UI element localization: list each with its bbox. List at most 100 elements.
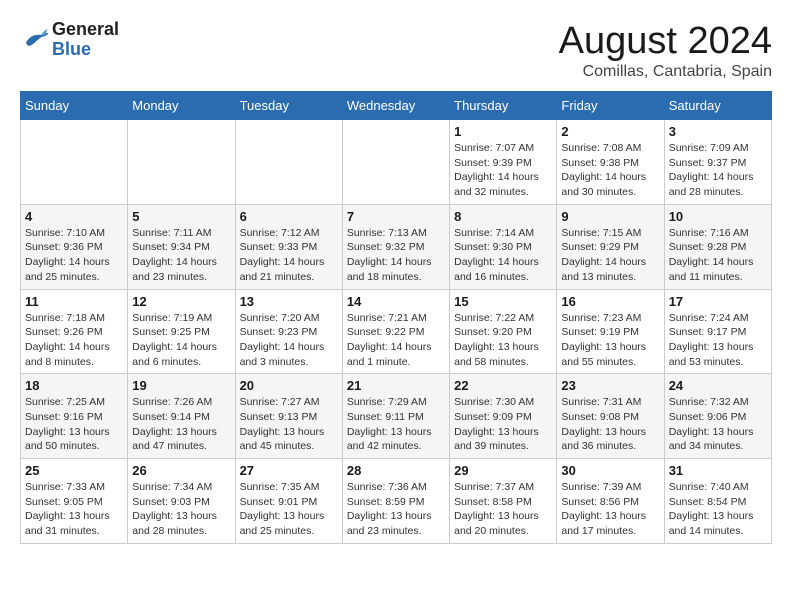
day-info: Sunrise: 7:31 AMSunset: 9:08 PMDaylight:… xyxy=(561,395,659,454)
day-info: Sunrise: 7:32 AMSunset: 9:06 PMDaylight:… xyxy=(669,395,767,454)
day-info: Sunrise: 7:13 AMSunset: 9:32 PMDaylight:… xyxy=(347,226,445,285)
day-number: 18 xyxy=(25,378,123,393)
day-number: 7 xyxy=(347,209,445,224)
calendar-cell: 18 Sunrise: 7:25 AMSunset: 9:16 PMDayligh… xyxy=(21,374,128,459)
header-row: SundayMondayTuesdayWednesdayThursdayFrid… xyxy=(21,92,772,120)
calendar-week-5: 25Sunrise: 7:33 AMSunset: 9:05 PMDayligh… xyxy=(21,459,772,544)
calendar-body: 1Sunrise: 7:07 AMSunset: 9:39 PMDaylight… xyxy=(21,120,772,544)
day-number: 9 xyxy=(561,209,659,224)
day-info: Sunrise: 7:30 AMSunset: 9:09 PMDaylight:… xyxy=(454,395,552,454)
calendar-cell: 31 Sunrise: 7:40 AMSunset: 8:54 PMDayligh… xyxy=(664,459,771,544)
day-info: Sunrise: 7:09 AMSunset: 9:37 PMDaylight:… xyxy=(669,141,767,200)
calendar-cell: 28 Sunrise: 7:36 AMSunset: 8:59 PMDayligh… xyxy=(342,459,449,544)
day-number: 21 xyxy=(347,378,445,393)
calendar-cell: 13 Sunrise: 7:20 AMSunset: 9:23 PMDayligh… xyxy=(235,289,342,374)
day-info: Sunrise: 7:22 AMSunset: 9:20 PMDaylight:… xyxy=(454,311,552,370)
logo-text: General Blue xyxy=(52,20,119,60)
day-number: 22 xyxy=(454,378,552,393)
day-number: 28 xyxy=(347,463,445,478)
day-number: 27 xyxy=(240,463,338,478)
logo-blue: Blue xyxy=(52,40,119,60)
calendar-cell: 12 Sunrise: 7:19 AMSunset: 9:25 PMDayligh… xyxy=(128,289,235,374)
day-number: 5 xyxy=(132,209,230,224)
calendar-cell: 9 Sunrise: 7:15 AMSunset: 9:29 PMDaylight… xyxy=(557,204,664,289)
day-number: 4 xyxy=(25,209,123,224)
calendar-cell: 27 Sunrise: 7:35 AMSunset: 9:01 PMDayligh… xyxy=(235,459,342,544)
calendar-cell: 17Sunrise: 7:24 AMSunset: 9:17 PMDayligh… xyxy=(664,289,771,374)
day-info: Sunrise: 7:40 AMSunset: 8:54 PMDaylight:… xyxy=(669,480,767,539)
day-number: 24 xyxy=(669,378,767,393)
day-info: Sunrise: 7:21 AMSunset: 9:22 PMDaylight:… xyxy=(347,311,445,370)
day-info: Sunrise: 7:35 AMSunset: 9:01 PMDaylight:… xyxy=(240,480,338,539)
logo: General Blue xyxy=(20,20,119,60)
calendar-week-3: 11Sunrise: 7:18 AMSunset: 9:26 PMDayligh… xyxy=(21,289,772,374)
day-info: Sunrise: 7:29 AMSunset: 9:11 PMDaylight:… xyxy=(347,395,445,454)
column-header-saturday: Saturday xyxy=(664,92,771,120)
location: Comillas, Cantabria, Spain xyxy=(559,63,772,81)
day-number: 12 xyxy=(132,294,230,309)
day-number: 16 xyxy=(561,294,659,309)
calendar-cell: 25Sunrise: 7:33 AMSunset: 9:05 PMDayligh… xyxy=(21,459,128,544)
calendar-table: SundayMondayTuesdayWednesdayThursdayFrid… xyxy=(20,91,772,544)
day-number: 26 xyxy=(132,463,230,478)
column-header-friday: Friday xyxy=(557,92,664,120)
day-info: Sunrise: 7:20 AMSunset: 9:23 PMDaylight:… xyxy=(240,311,338,370)
day-info: Sunrise: 7:39 AMSunset: 8:56 PMDaylight:… xyxy=(561,480,659,539)
day-info: Sunrise: 7:19 AMSunset: 9:25 PMDaylight:… xyxy=(132,311,230,370)
day-info: Sunrise: 7:25 AMSunset: 9:16 PMDaylight:… xyxy=(25,395,123,454)
day-info: Sunrise: 7:23 AMSunset: 9:19 PMDaylight:… xyxy=(561,311,659,370)
column-header-monday: Monday xyxy=(128,92,235,120)
day-info: Sunrise: 7:27 AMSunset: 9:13 PMDaylight:… xyxy=(240,395,338,454)
calendar-week-4: 18 Sunrise: 7:25 AMSunset: 9:16 PMDayligh… xyxy=(21,374,772,459)
calendar-cell: 24 Sunrise: 7:32 AMSunset: 9:06 PMDayligh… xyxy=(664,374,771,459)
day-number: 20 xyxy=(240,378,338,393)
day-number: 31 xyxy=(669,463,767,478)
calendar-cell: 20 Sunrise: 7:27 AMSunset: 9:13 PMDayligh… xyxy=(235,374,342,459)
calendar-cell: 8Sunrise: 7:14 AMSunset: 9:30 PMDaylight… xyxy=(450,204,557,289)
day-info: Sunrise: 7:36 AMSunset: 8:59 PMDaylight:… xyxy=(347,480,445,539)
calendar-cell: 26Sunrise: 7:34 AMSunset: 9:03 PMDayligh… xyxy=(128,459,235,544)
day-number: 2 xyxy=(561,124,659,139)
calendar-cell: 23Sunrise: 7:31 AMSunset: 9:08 PMDayligh… xyxy=(557,374,664,459)
column-header-tuesday: Tuesday xyxy=(235,92,342,120)
calendar-cell: 7 Sunrise: 7:13 AMSunset: 9:32 PMDaylight… xyxy=(342,204,449,289)
day-info: Sunrise: 7:07 AMSunset: 9:39 PMDaylight:… xyxy=(454,141,552,200)
day-info: Sunrise: 7:33 AMSunset: 9:05 PMDaylight:… xyxy=(25,480,123,539)
calendar-cell: 6Sunrise: 7:12 AMSunset: 9:33 PMDaylight… xyxy=(235,204,342,289)
month-title: August 2024 xyxy=(559,20,772,63)
day-number: 14 xyxy=(347,294,445,309)
day-info: Sunrise: 7:37 AMSunset: 8:58 PMDaylight:… xyxy=(454,480,552,539)
day-number: 19 xyxy=(132,378,230,393)
calendar-cell xyxy=(342,120,449,205)
day-info: Sunrise: 7:26 AMSunset: 9:14 PMDaylight:… xyxy=(132,395,230,454)
column-header-thursday: Thursday xyxy=(450,92,557,120)
calendar-cell: 10Sunrise: 7:16 AMSunset: 9:28 PMDayligh… xyxy=(664,204,771,289)
column-header-sunday: Sunday xyxy=(21,92,128,120)
day-info: Sunrise: 7:15 AMSunset: 9:29 PMDaylight:… xyxy=(561,226,659,285)
day-info: Sunrise: 7:11 AMSunset: 9:34 PMDaylight:… xyxy=(132,226,230,285)
calendar-cell: 16 Sunrise: 7:23 AMSunset: 9:19 PMDayligh… xyxy=(557,289,664,374)
day-info: Sunrise: 7:14 AMSunset: 9:30 PMDaylight:… xyxy=(454,226,552,285)
day-number: 13 xyxy=(240,294,338,309)
day-info: Sunrise: 7:24 AMSunset: 9:17 PMDaylight:… xyxy=(669,311,767,370)
calendar-cell: 22 Sunrise: 7:30 AMSunset: 9:09 PMDayligh… xyxy=(450,374,557,459)
calendar-cell: 19 Sunrise: 7:26 AMSunset: 9:14 PMDayligh… xyxy=(128,374,235,459)
calendar-cell: 5 Sunrise: 7:11 AMSunset: 9:34 PMDaylight… xyxy=(128,204,235,289)
day-number: 11 xyxy=(25,294,123,309)
logo-general: General xyxy=(52,20,119,40)
calendar-header: SundayMondayTuesdayWednesdayThursdayFrid… xyxy=(21,92,772,120)
calendar-cell: 4 Sunrise: 7:10 AMSunset: 9:36 PMDaylight… xyxy=(21,204,128,289)
day-info: Sunrise: 7:16 AMSunset: 9:28 PMDaylight:… xyxy=(669,226,767,285)
calendar-cell: 14 Sunrise: 7:21 AMSunset: 9:22 PMDayligh… xyxy=(342,289,449,374)
calendar-cell xyxy=(128,120,235,205)
calendar-cell: 1Sunrise: 7:07 AMSunset: 9:39 PMDaylight… xyxy=(450,120,557,205)
calendar-cell: 2Sunrise: 7:08 AMSunset: 9:38 PMDaylight… xyxy=(557,120,664,205)
day-number: 3 xyxy=(669,124,767,139)
day-info: Sunrise: 7:10 AMSunset: 9:36 PMDaylight:… xyxy=(25,226,123,285)
day-number: 30 xyxy=(561,463,659,478)
title-section: August 2024 Comillas, Cantabria, Spain xyxy=(559,20,772,81)
calendar-cell: 21 Sunrise: 7:29 AMSunset: 9:11 PMDayligh… xyxy=(342,374,449,459)
day-info: Sunrise: 7:12 AMSunset: 9:33 PMDaylight:… xyxy=(240,226,338,285)
logo-icon xyxy=(20,27,50,52)
calendar-week-2: 4 Sunrise: 7:10 AMSunset: 9:36 PMDaylight… xyxy=(21,204,772,289)
